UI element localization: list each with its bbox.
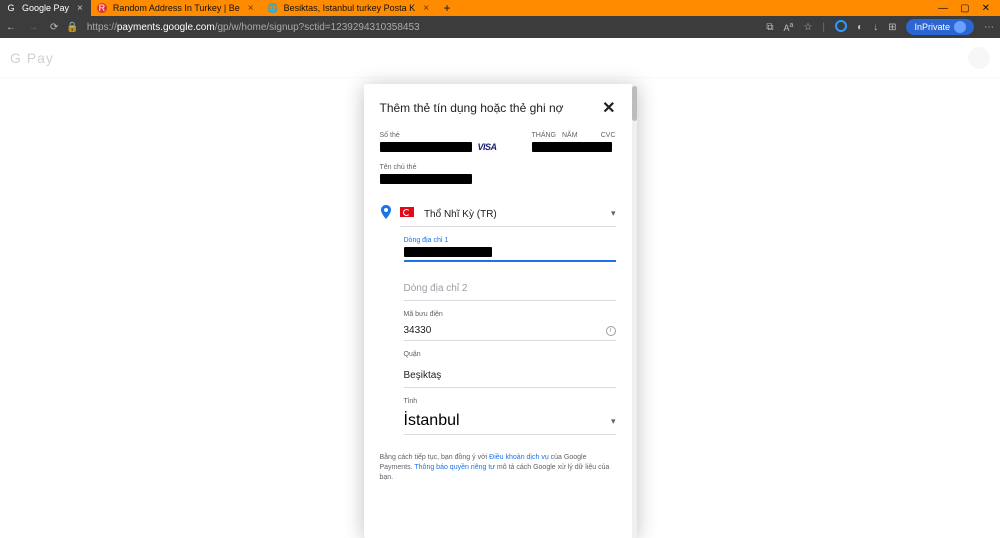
postal-value: 34330 — [404, 325, 432, 336]
district-label: Quận — [404, 351, 616, 358]
browser-addressbar: ← → ⟳ 🔒 https://payments.google.com/gp/w… — [0, 16, 1000, 38]
text-size-icon[interactable]: Aa — [784, 22, 794, 33]
browser-titlebar: G Google Pay × R Random Address In Turke… — [0, 0, 1000, 16]
forward-button[interactable]: → — [28, 22, 38, 33]
modal-title: Thêm thẻ tín dụng hoặc thẻ ghi nợ — [380, 101, 564, 115]
extensions-icon[interactable]: ◐ — [857, 22, 863, 33]
country-select[interactable]: Thổ Nhĩ Kỳ (TR) ▾ — [400, 200, 616, 227]
tab-random-address[interactable]: R Random Address In Turkey | Be × — [91, 0, 262, 16]
lock-icon: 🔒 — [66, 22, 78, 33]
scrollbar-thumb[interactable] — [632, 86, 637, 121]
url-field[interactable]: https://payments.google.com/gp/w/home/si… — [87, 22, 759, 33]
browser-tabs: G Google Pay × R Random Address In Turke… — [0, 0, 928, 16]
postal-label: Mã bưu điện — [404, 311, 616, 318]
card-brand-icon: VISA — [478, 142, 497, 152]
tab-besiktas[interactable]: 🌐 Besiktas, Istanbul turkey Posta K × — [262, 0, 437, 16]
terms-of-service-link[interactable]: Điều khoản dịch vụ — [489, 454, 549, 461]
url-path: /gp/w/home/signup?sctid=1239294310358453 — [215, 22, 420, 33]
cardholder-input[interactable] — [380, 174, 472, 184]
card-number-label: Số thẻ — [380, 132, 522, 139]
expiry-year-label: NĂM — [562, 132, 578, 139]
favorite-icon[interactable]: ☆ — [803, 22, 812, 33]
downloads-icon[interactable]: ↓ — [873, 22, 878, 33]
url-prefix: https:// — [87, 22, 117, 33]
close-window-button[interactable]: ✕ — [982, 3, 990, 14]
info-icon[interactable]: i — [606, 326, 616, 336]
province-select[interactable]: İstanbul ▾ — [404, 408, 616, 435]
url-host: payments.google.com — [117, 22, 215, 33]
favicon-gpay: G — [6, 3, 16, 13]
card-number-input[interactable] — [380, 142, 472, 152]
close-modal-button[interactable]: ✕ — [602, 98, 615, 118]
close-tab-icon[interactable]: × — [75, 3, 85, 14]
modal-scrollbar[interactable] — [632, 84, 637, 538]
country-name: Thổ Nhĩ Kỳ (TR) — [424, 209, 497, 220]
back-button[interactable]: ← — [6, 22, 16, 33]
terms-pre: Bằng cách tiếp tục, bạn đồng ý với — [380, 454, 490, 461]
gpay-header: G Pay — [0, 38, 1000, 78]
maximize-button[interactable]: ▢ — [960, 3, 969, 14]
chevron-down-icon: ▾ — [611, 416, 616, 427]
address2-placeholder: Dòng địa chỉ 2 — [404, 283, 468, 294]
gpay-logo: G Pay — [10, 50, 54, 66]
inprivate-label: InPrivate — [914, 22, 950, 32]
inprivate-badge[interactable]: InPrivate — [906, 19, 974, 35]
tab-label: Google Pay — [22, 3, 69, 13]
privacy-notice-link[interactable]: Thông báo quyền riêng tư — [414, 464, 495, 471]
new-tab-button[interactable]: + — [437, 0, 457, 16]
close-tab-icon[interactable]: × — [246, 3, 256, 14]
reader-icon[interactable]: ⧉ — [766, 22, 773, 33]
postal-input[interactable]: 34330 i — [404, 321, 616, 341]
location-pin-icon — [380, 205, 392, 222]
tab-label: Besiktas, Istanbul turkey Posta K — [284, 3, 416, 13]
address2-input[interactable]: Dòng địa chỉ 2 — [404, 274, 616, 301]
avatar[interactable] — [968, 47, 990, 69]
terms-text: Bằng cách tiếp tục, bạn đồng ý với Điều … — [364, 451, 632, 488]
inprivate-avatar-icon — [954, 21, 966, 33]
close-tab-icon[interactable]: × — [421, 3, 431, 14]
address1-label: Dòng địa chỉ 1 — [404, 237, 616, 244]
tab-label: Random Address In Turkey | Be — [113, 3, 240, 13]
favicon-random: R — [97, 3, 107, 13]
district-value: Beşiktaş — [404, 370, 442, 381]
district-input[interactable]: Beşiktaş — [404, 361, 616, 388]
minimize-button[interactable]: — — [938, 3, 948, 14]
turkey-flag-icon — [400, 207, 414, 217]
expiry-month-label: THÁNG — [532, 132, 557, 139]
favicon-besiktas: 🌐 — [268, 3, 278, 13]
cardholder-label: Tên chủ thẻ — [380, 164, 616, 171]
collections-icon[interactable]: ⊞ — [888, 22, 896, 33]
page-body: G Pay Thêm thẻ tín dụng hoặc thẻ ghi nợ … — [0, 38, 1000, 538]
payment-modal: Thêm thẻ tín dụng hoặc thẻ ghi nợ ✕ Số t… — [364, 84, 637, 538]
refresh-button[interactable]: ⟳ — [50, 22, 58, 33]
copilot-icon[interactable] — [835, 20, 847, 35]
chevron-down-icon: ▾ — [611, 208, 616, 219]
province-label: Tỉnh — [404, 398, 616, 405]
divider: | — [822, 22, 825, 33]
menu-button[interactable]: ⋯ — [984, 22, 994, 33]
modal-wrap: Thêm thẻ tín dụng hoặc thẻ ghi nợ ✕ Số t… — [0, 84, 1000, 538]
window-controls: — ▢ ✕ — [928, 0, 1000, 16]
tab-google-pay[interactable]: G Google Pay × — [0, 0, 91, 16]
cvc-label: CVC — [601, 132, 616, 139]
province-value: İstanbul — [404, 412, 460, 430]
expiry-cvc-input[interactable] — [532, 142, 612, 152]
address1-input[interactable] — [404, 247, 616, 262]
